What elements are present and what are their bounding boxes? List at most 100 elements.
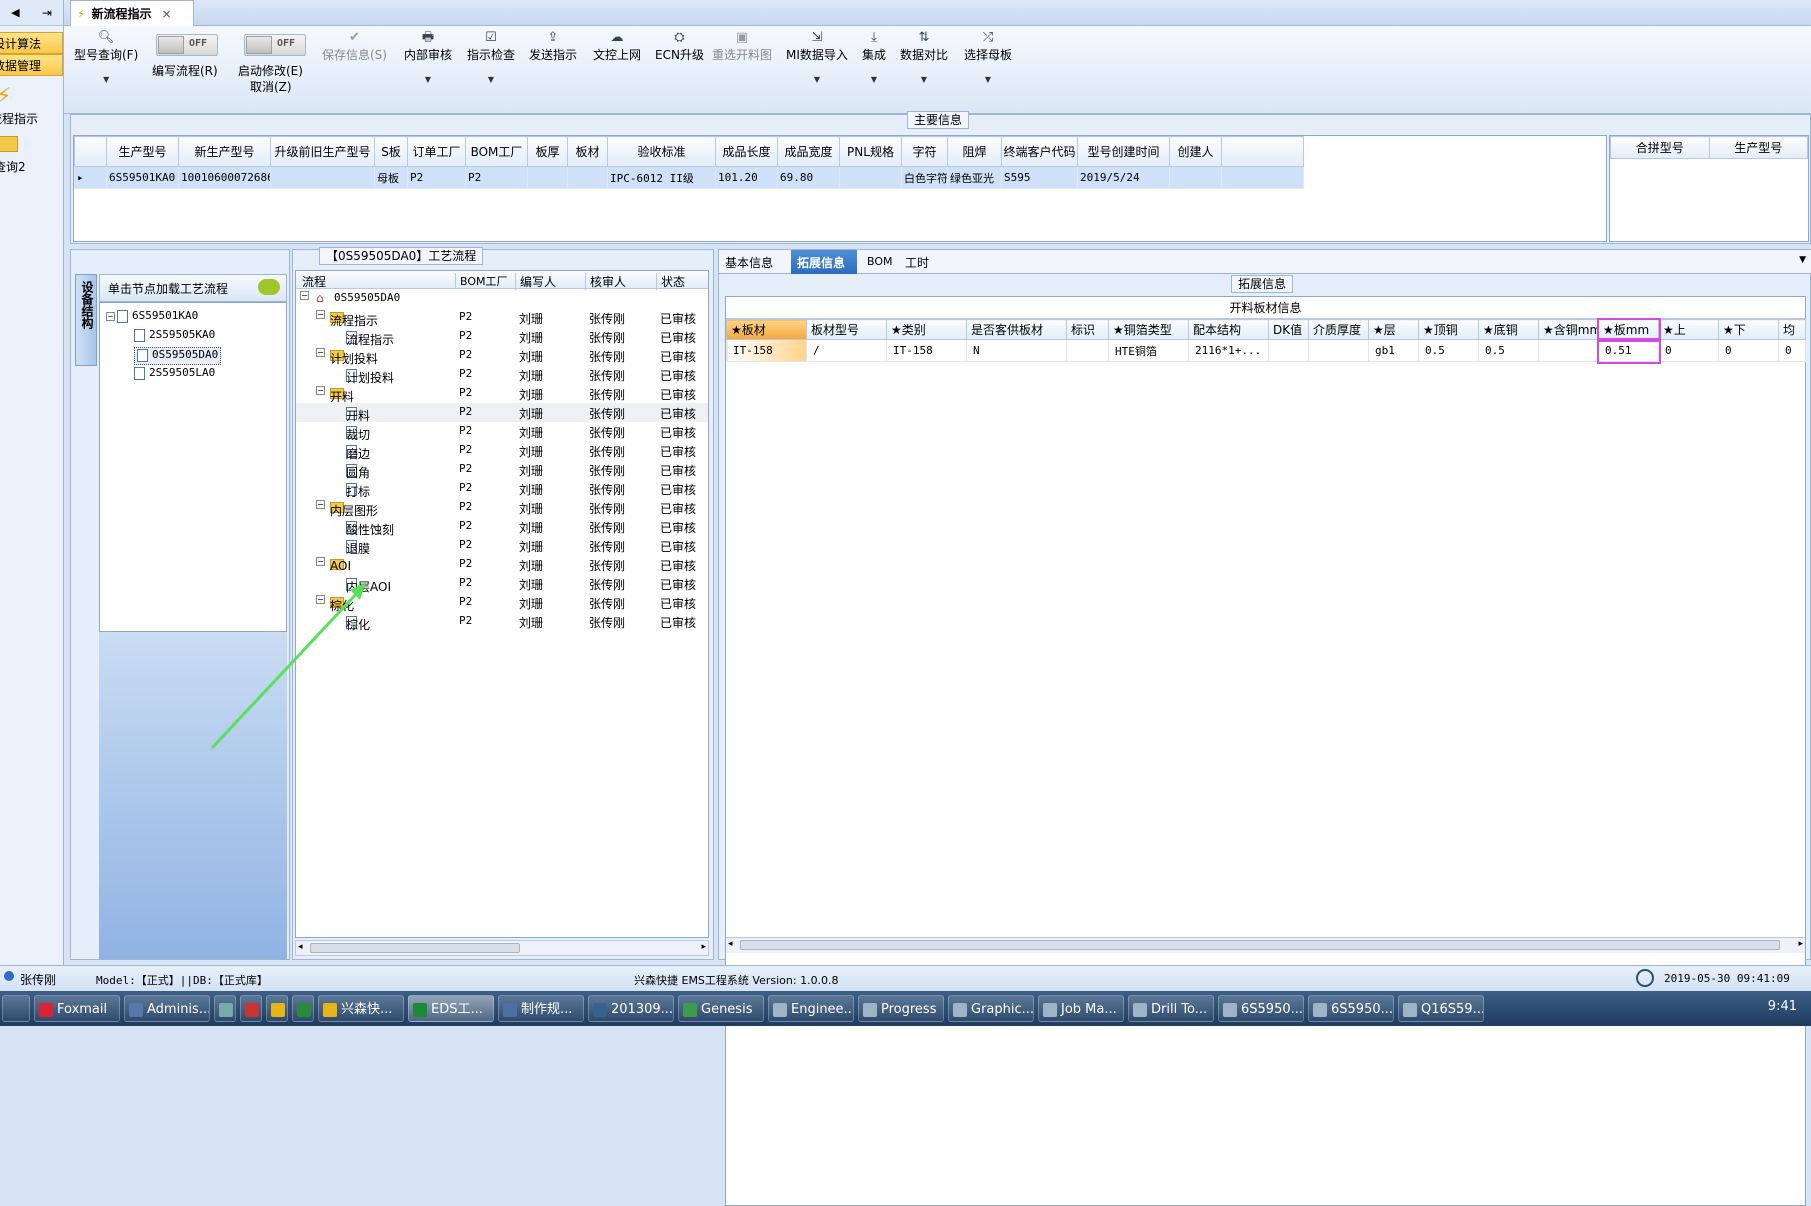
tree-row[interactable]: 圆角 P2 刘珊 张传刚 已审核 [296, 460, 708, 480]
table-cell[interactable]: IT-158 [886, 339, 967, 362]
table-cell[interactable]: 0.5 [1478, 339, 1539, 362]
chevron-down-icon[interactable]: ▼ [862, 75, 886, 84]
taskbar-item[interactable]: Drill To... [1128, 995, 1214, 1022]
collapse-icon[interactable]: − [300, 291, 309, 300]
taskbar-item[interactable] [266, 995, 288, 1022]
column-header[interactable]: 升级前旧生产型号 [270, 136, 375, 167]
chevron-down-icon[interactable]: ▼ [786, 75, 848, 84]
nav-item-algorithm[interactable]: 设计算法 [0, 32, 63, 54]
close-icon[interactable]: × [161, 7, 171, 21]
chevron-down-icon[interactable]: ▼ [964, 75, 1012, 84]
table-cell[interactable]: HTE铜箔 [1108, 339, 1189, 362]
exit-icon[interactable]: ⇥ [42, 6, 52, 20]
tree-row[interactable]: − 内层图形 P2 刘珊 张传刚 已审核 [296, 498, 708, 518]
taskbar-item[interactable]: Job Ma... [1038, 995, 1124, 1022]
taskbar-item[interactable]: Adminis... [124, 995, 210, 1022]
table-cell[interactable]: N [966, 339, 1067, 362]
table-cell[interactable] [270, 166, 375, 189]
table-cell[interactable]: 绿色亚光 [947, 166, 1002, 189]
table-cell[interactable]: P2 [407, 166, 466, 189]
table-cell[interactable]: IT-158 [726, 339, 807, 362]
column-header[interactable]: ★板mm [1596, 317, 1661, 342]
collapse-icon[interactable]: − [316, 557, 325, 566]
table-cell[interactable]: 0 [1718, 339, 1779, 362]
tab-new-flow[interactable]: ⚡ 新流程指示 × [70, 0, 194, 26]
column-header[interactable]: 生产型号 [106, 136, 179, 167]
tree-row[interactable]: 裁切 P2 刘珊 张传刚 已审核 [296, 422, 708, 442]
column-header[interactable]: 状态 [656, 273, 685, 290]
tree-root[interactable]: − ⌂ 0S59505DA0 [296, 289, 708, 308]
tree-row[interactable]: 打标 P2 刘珊 张传刚 已审核 [296, 479, 708, 499]
column-header[interactable]: BOM工厂 [465, 136, 528, 167]
table-row[interactable]: IT-158/IT-158 N HTE铜箔 2116*1+... gb1 0.5 0.5 0.… [726, 337, 1806, 364]
structure-node[interactable]: 2S59505KA0 [134, 328, 215, 346]
table-cell[interactable] [567, 166, 608, 189]
taskbar-item[interactable] [292, 995, 314, 1022]
column-header[interactable]: 字符 [901, 136, 948, 167]
select-mother-board-button[interactable]: ⤮ 选择母板 ▼ [964, 30, 1012, 84]
table-cell[interactable]: 0 [1658, 339, 1719, 362]
tab-work-hours[interactable]: 工时 [905, 254, 929, 271]
tree-row[interactable]: − AOI P2 刘珊 张传刚 已审核 [296, 555, 708, 574]
column-header[interactable]: 介质厚度 [1308, 319, 1369, 340]
column-header[interactable]: 板厚 [527, 136, 568, 167]
column-header[interactable]: 配本结构 [1188, 319, 1269, 340]
tree-row[interactable]: 磨边 P2 刘珊 张传刚 已审核 [296, 441, 708, 461]
start-button[interactable] [2, 995, 30, 1022]
collapse-icon[interactable]: − [316, 310, 325, 319]
chevron-down-icon[interactable]: ▼ [404, 75, 452, 84]
taskbar-item[interactable]: 6S5950... [1218, 995, 1304, 1022]
structure-side-tab[interactable]: 设备结构 [75, 274, 97, 366]
column-header[interactable]: 成品宽度 [777, 136, 840, 167]
column-header[interactable]: BOM工厂 [455, 273, 508, 289]
column-header[interactable]: DK值 [1268, 319, 1309, 340]
column-header[interactable]: S板 [374, 136, 408, 167]
comment-icon[interactable] [258, 279, 280, 295]
start-modify-toggle[interactable]: OFF [244, 34, 306, 56]
table-cell[interactable]: 2116*1+... [1188, 339, 1269, 362]
table-cell[interactable]: 6S59501KA0 [106, 166, 179, 189]
collapse-icon[interactable]: − [106, 311, 115, 321]
collapse-icon[interactable]: − [316, 500, 325, 509]
column-header[interactable]: PNL规格 [839, 136, 902, 167]
column-header[interactable]: ★板材 [726, 319, 807, 340]
scrollbar-thumb[interactable] [740, 940, 1780, 950]
table-cell[interactable]: 0 [1778, 339, 1806, 362]
table-cell[interactable]: 101.20 [715, 166, 778, 189]
taskbar-item[interactable]: Enginee... [768, 995, 854, 1022]
taskbar-item[interactable]: Progress [858, 995, 944, 1022]
column-header[interactable]: 编写人 [515, 273, 556, 290]
column-header[interactable]: ★类别 [886, 319, 967, 340]
structure-node[interactable]: − 6S59501KA0 [106, 309, 198, 327]
table-cell[interactable] [527, 166, 568, 189]
column-header[interactable]: ★下 [1718, 319, 1779, 340]
column-header[interactable]: 流程 [298, 273, 326, 290]
table-cell[interactable]: 0.5 [1418, 339, 1479, 362]
compare-button[interactable]: ⇅ 数据对比 ▼ [900, 30, 948, 84]
table-cell[interactable]: 69.80 [777, 166, 840, 189]
column-header[interactable]: 成品长度 [715, 136, 778, 167]
tree-row[interactable]: 流程指示 P2 刘珊 张传刚 已审核 [296, 327, 708, 347]
table-cell[interactable]: 10010600072686 [178, 166, 271, 189]
chevron-down-icon[interactable]: ▼ [74, 75, 138, 84]
column-header[interactable]: ★层 [1368, 319, 1419, 340]
column-header[interactable]: ★含铜mm [1538, 319, 1599, 340]
table-row[interactable]: ▸ 6S59501KA0 10010600072686 母板 P2 P2 IPC-6012 … [74, 166, 1304, 189]
table-cell[interactable] [1066, 339, 1109, 362]
horizontal-scrollbar[interactable]: ◂ ▸ [295, 940, 709, 956]
table-cell[interactable]: 0.51 [1596, 337, 1661, 364]
table-cell[interactable]: / [806, 339, 887, 362]
column-header[interactable]: 型号创建时间 [1077, 136, 1170, 167]
column-header[interactable]: 是否客供板材 [966, 319, 1067, 340]
model-query-button[interactable]: 🔍︎ 型号查询(F) ▼ [74, 30, 138, 84]
table-cell[interactable] [1268, 339, 1309, 362]
column-header[interactable]: 新生产型号 [178, 136, 271, 167]
taskbar-item[interactable]: 6S5950... [1308, 995, 1394, 1022]
table-cell[interactable]: IPC-6012 II级 [607, 166, 716, 189]
table-cell[interactable]: 白色字符 [901, 166, 948, 189]
column-header[interactable]: 均 [1778, 319, 1806, 340]
column-header[interactable]: 创建人 [1169, 136, 1222, 167]
horizontal-scrollbar[interactable]: ◂ ▸ [726, 937, 1805, 953]
taskbar-item[interactable] [214, 995, 236, 1022]
column-header[interactable]: 终端客户代码 [1001, 136, 1078, 167]
